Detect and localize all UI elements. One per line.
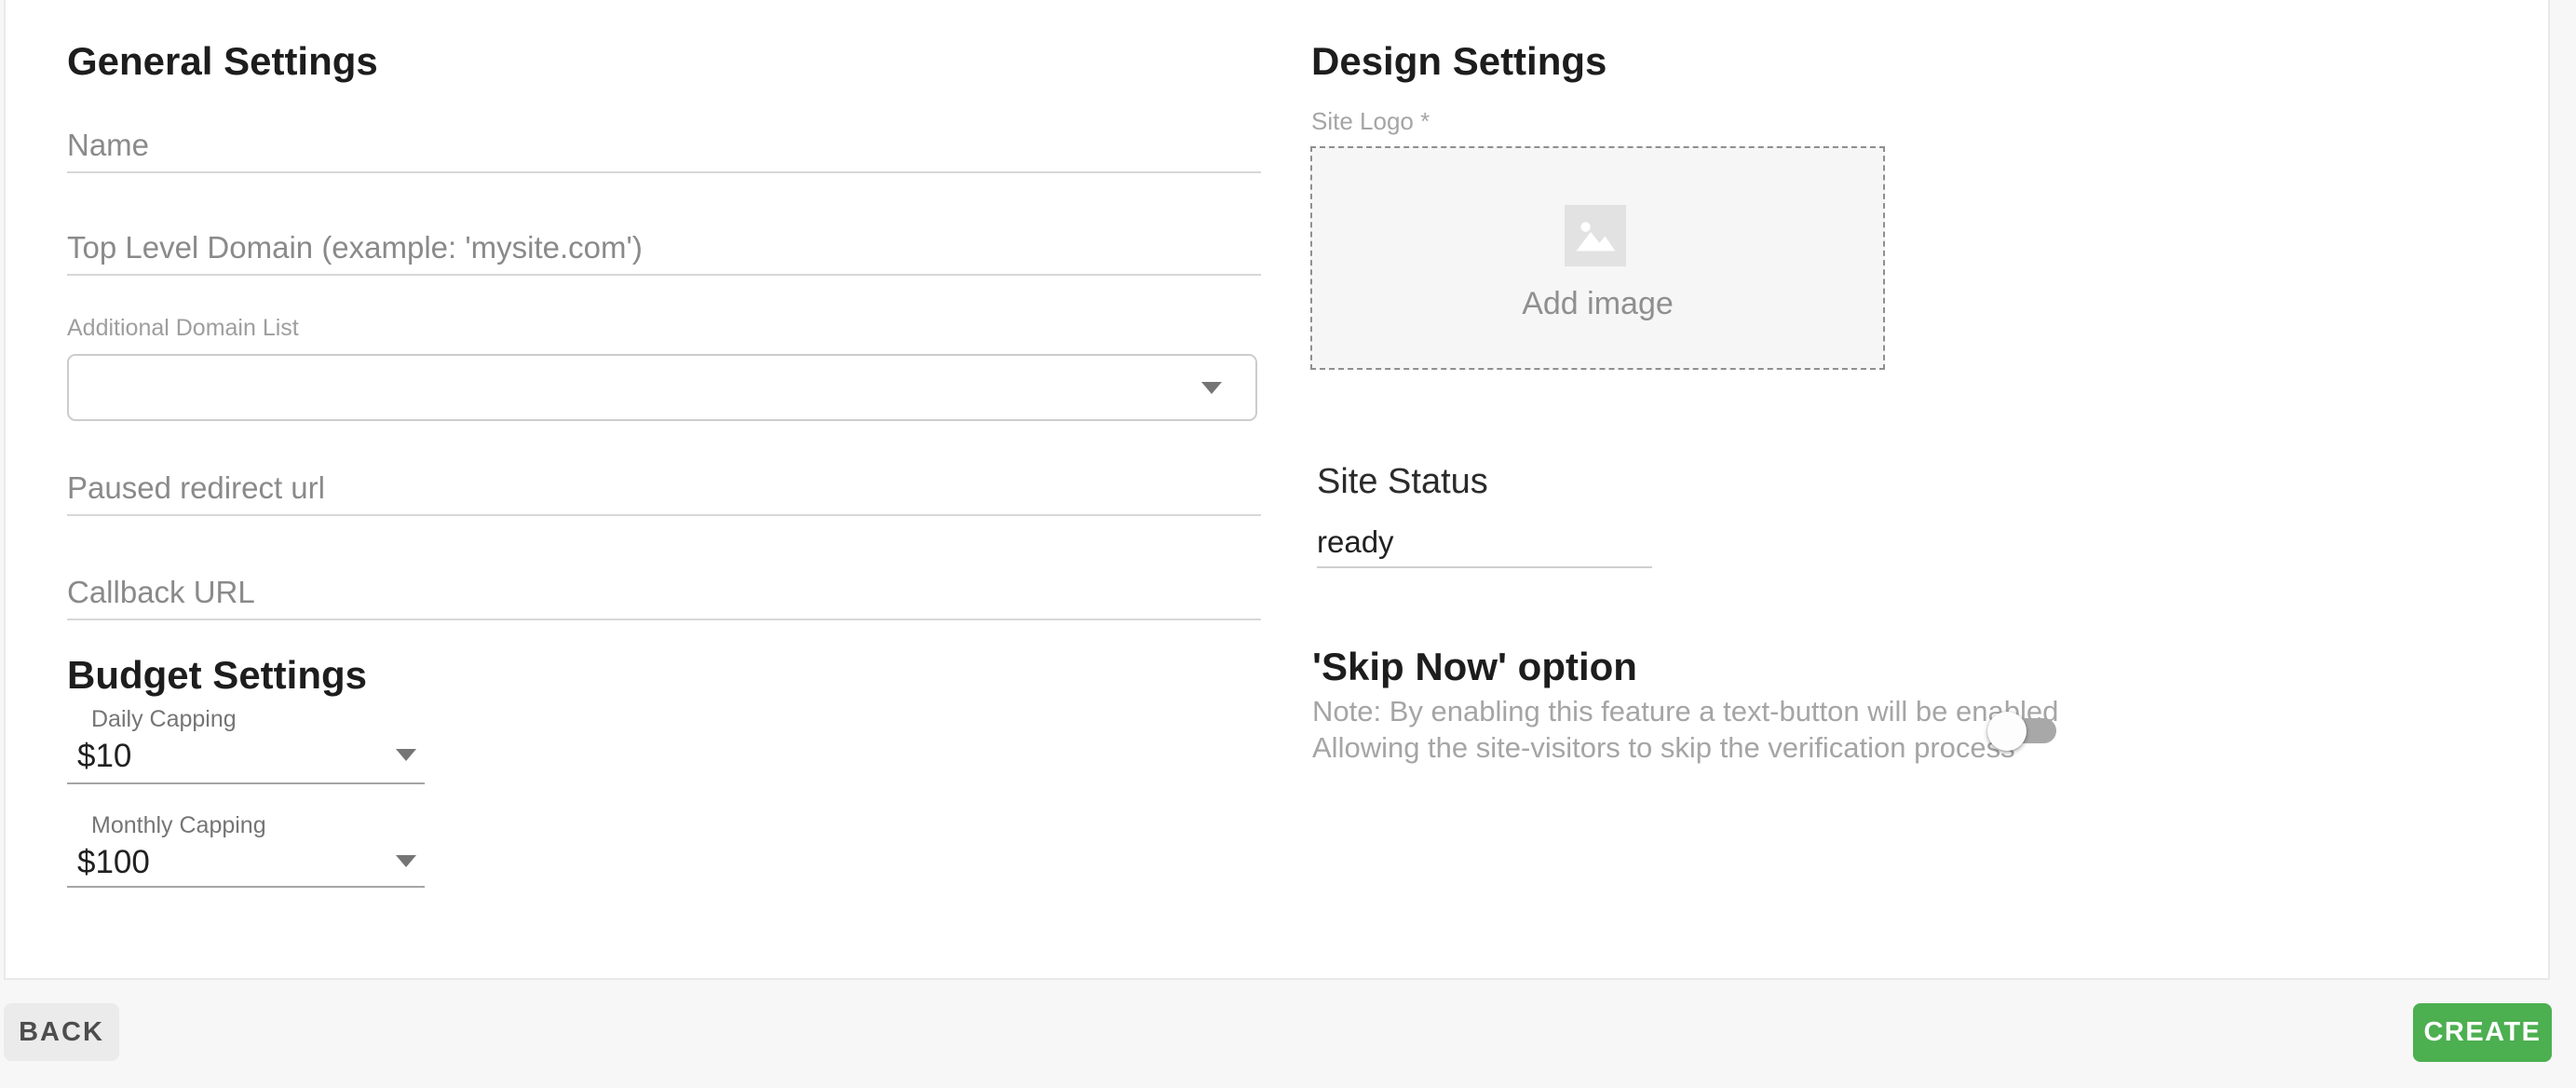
design-settings-title: Design Settings [1311, 38, 1607, 85]
general-settings-title: General Settings [67, 38, 378, 85]
name-input[interactable] [67, 119, 1261, 173]
skip-now-note: Note: By enabling this feature a text-bu… [1312, 693, 2058, 766]
site-logo-upload-area[interactable]: Add image [1310, 146, 1885, 370]
top-level-domain-input[interactable] [67, 222, 1261, 276]
skip-now-toggle[interactable] [1987, 712, 2077, 751]
monthly-capping-label: Monthly Capping [91, 812, 266, 839]
callback-url-input[interactable] [67, 566, 1261, 620]
create-button[interactable]: CREATE [2413, 1003, 2552, 1062]
additional-domain-list-select[interactable] [67, 354, 1257, 421]
add-image-label: Add image [1312, 286, 1883, 322]
paused-redirect-url-input[interactable] [67, 462, 1261, 516]
image-placeholder-icon [1565, 205, 1626, 266]
monthly-capping-underline [67, 886, 425, 888]
chevron-down-icon [396, 749, 416, 761]
toggle-thumb [1987, 712, 2027, 751]
additional-domain-list-label: Additional Domain List [67, 315, 299, 342]
skip-now-note-line1: Note: By enabling this feature a text-bu… [1312, 693, 2058, 729]
back-button[interactable]: BACK [4, 1003, 119, 1061]
site-settings-page: General Settings Additional Domain List … [0, 0, 2576, 1088]
daily-capping-underline [67, 782, 425, 784]
site-logo-label: Site Logo * [1311, 107, 1430, 136]
settings-card: General Settings Additional Domain List … [4, 0, 2550, 980]
budget-settings-title: Budget Settings [67, 652, 367, 699]
site-status-input[interactable] [1317, 518, 1652, 568]
daily-capping-label: Daily Capping [91, 706, 237, 733]
monthly-capping-value: $100 [77, 844, 150, 881]
chevron-down-icon [1201, 382, 1222, 394]
site-status-title: Site Status [1317, 462, 1488, 502]
daily-capping-value: $10 [77, 738, 131, 775]
chevron-down-icon [396, 855, 416, 867]
skip-now-title: 'Skip Now' option [1312, 645, 1637, 689]
skip-now-note-line2: Allowing the site-visitors to skip the v… [1312, 729, 2058, 766]
